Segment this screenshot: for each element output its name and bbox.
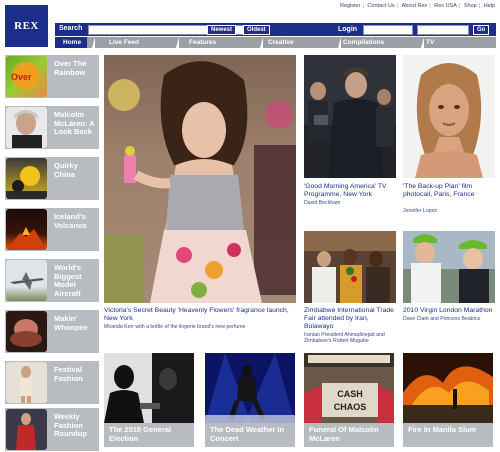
svg-text:Over: Over: [11, 72, 32, 82]
grid-caption-4[interactable]: 2010 Virgin London Marathon: [403, 307, 497, 315]
svg-text:CHAOS: CHAOS: [334, 402, 367, 412]
link-rex-usa[interactable]: Rex USA: [433, 3, 458, 9]
tab-creative[interactable]: Creative: [260, 37, 338, 48]
tab-compilations[interactable]: Compilations: [338, 37, 421, 48]
tab-features-label: Features: [189, 39, 217, 46]
tab-tv[interactable]: TV: [421, 37, 496, 48]
bottom-item-dead-weather[interactable]: The Dead Weather In Concert: [205, 353, 295, 447]
newest-button[interactable]: Newest: [207, 25, 237, 35]
bottom-item-label: The 2010 General Election: [104, 423, 194, 447]
link-register[interactable]: Register: [339, 3, 361, 9]
grid-image-4[interactable]: [403, 231, 495, 303]
sidebar-item-worlds-biggest-model-aircraft[interactable]: World's Biggest Model Aircraft: [5, 259, 99, 302]
grid-image-1[interactable]: [304, 55, 396, 178]
sidebar-item-label: Iceland's Volcanos: [54, 212, 87, 230]
sidebar-item-quirky-china[interactable]: Quirky China: [5, 157, 99, 200]
thumbnail: [6, 107, 47, 148]
sidebar-item-label: Makin' Whoopee: [54, 314, 88, 332]
feature-subcaption: Miranda Kerr with a bottle of the linger…: [104, 324, 246, 330]
sidebar-item-label: Malcolm McLaren: A Look Back: [54, 110, 95, 137]
logo-text: REX: [14, 20, 39, 32]
bottom-item-label: Fire In Manila Slum: [403, 423, 493, 447]
grid-subcaption-2: Jennifer Lopez: [403, 208, 438, 214]
sidebar-item-malcolm-mclaren[interactable]: Malcolm McLaren: A Look Back: [5, 106, 99, 149]
tab-live-feed[interactable]: Live Feed: [92, 37, 175, 48]
sidebar-item-label: Festival Fashion: [54, 365, 83, 383]
thumbnail: [6, 209, 47, 250]
sidebar-item-over-the-rainbow[interactable]: Over Over The Rainbow: [5, 55, 99, 98]
search-bar: Search Newest Oldest Login Go: [55, 23, 496, 36]
thumbnail: [6, 260, 47, 301]
main-nav: Home Live Feed Features Creative Compila…: [55, 37, 496, 48]
thumbnail: [6, 158, 47, 199]
go-button[interactable]: Go: [473, 25, 490, 35]
username-input[interactable]: [363, 25, 413, 35]
thumbnail: CASH CHAOS: [304, 353, 394, 423]
thumbnail: Over: [6, 56, 47, 97]
grid-caption-2[interactable]: 'The Back-up Plan' film photocall, Paris…: [403, 183, 497, 199]
thumbnail: [6, 409, 47, 450]
grid-subcaption-4: Dave Clark and Princess Beatrice: [403, 316, 481, 322]
tab-home-label: Home: [63, 39, 82, 46]
feature-image[interactable]: [104, 55, 296, 303]
grid-caption-1[interactable]: 'Good Morning America' TV Programme, New…: [304, 183, 398, 199]
thumbnail: [6, 311, 47, 352]
bottom-item-funeral-malcolm-mclaren[interactable]: CASH CHAOS Funeral Of Malcolm McLaren: [304, 353, 394, 447]
thumbnail: [403, 353, 493, 423]
tab-compilations-label: Compilations: [343, 39, 385, 46]
feature-caption[interactable]: Victoria's Secret Beauty 'Heavenly Flowe…: [104, 307, 298, 323]
bottom-item-fire-manila[interactable]: Fire In Manila Slum: [403, 353, 493, 447]
sidebar-item-label: World's Biggest Model Aircraft: [54, 263, 82, 298]
grid-image-3[interactable]: [304, 231, 396, 303]
bottom-item-label: The Dead Weather In Concert: [205, 423, 295, 447]
thumbnail: [104, 353, 194, 423]
svg-text:CASH: CASH: [337, 389, 363, 399]
thumbnail: [205, 353, 295, 423]
link-contact[interactable]: Contact Us: [366, 3, 395, 9]
oldest-button[interactable]: Oldest: [243, 25, 270, 35]
sidebar-item-label: Quirky China: [54, 161, 78, 179]
rex-logo[interactable]: REX: [5, 5, 48, 47]
search-label: Search: [59, 25, 83, 32]
sidebar-item-icelands-volcanos[interactable]: Iceland's Volcanos: [5, 208, 99, 251]
password-input[interactable]: [417, 25, 469, 35]
sidebar-item-label: Over The Rainbow: [54, 59, 87, 77]
grid-image-2[interactable]: [403, 55, 495, 178]
bottom-item-label: Funeral Of Malcolm McLaren: [304, 423, 394, 447]
grid-subcaption-1: David Beckham: [304, 200, 341, 206]
tab-features[interactable]: Features: [176, 37, 259, 48]
sidebar-item-label: Weekly Fashion Roundup: [54, 412, 87, 439]
bottom-item-general-election[interactable]: The 2010 General Election: [104, 353, 194, 447]
top-links: Register | Contact Us | About Rex | Rex USA…: [339, 3, 496, 9]
tab-creative-label: Creative: [268, 39, 294, 46]
grid-subcaption-3: Iranian President Ahmadinejad and Zimbab…: [304, 332, 385, 345]
link-help[interactable]: Help: [483, 3, 496, 9]
link-shop[interactable]: Shop: [463, 3, 478, 9]
tab-home[interactable]: Home: [55, 37, 87, 48]
tab-tv-label: TV: [426, 39, 435, 46]
grid-caption-3[interactable]: Zimbabwe International Trade Fair attend…: [304, 307, 398, 331]
sidebar-item-festival-fashion[interactable]: Festival Fashion: [5, 361, 99, 404]
tab-live-feed-label: Live Feed: [109, 39, 139, 46]
thumbnail: [6, 362, 47, 403]
link-about[interactable]: About Rex: [401, 3, 429, 9]
login-label: Login: [338, 26, 358, 33]
sidebar-item-makin-whoopee[interactable]: Makin' Whoopee: [5, 310, 99, 353]
sidebar-item-weekly-fashion-roundup[interactable]: Weekly Fashion Roundup: [5, 408, 99, 451]
